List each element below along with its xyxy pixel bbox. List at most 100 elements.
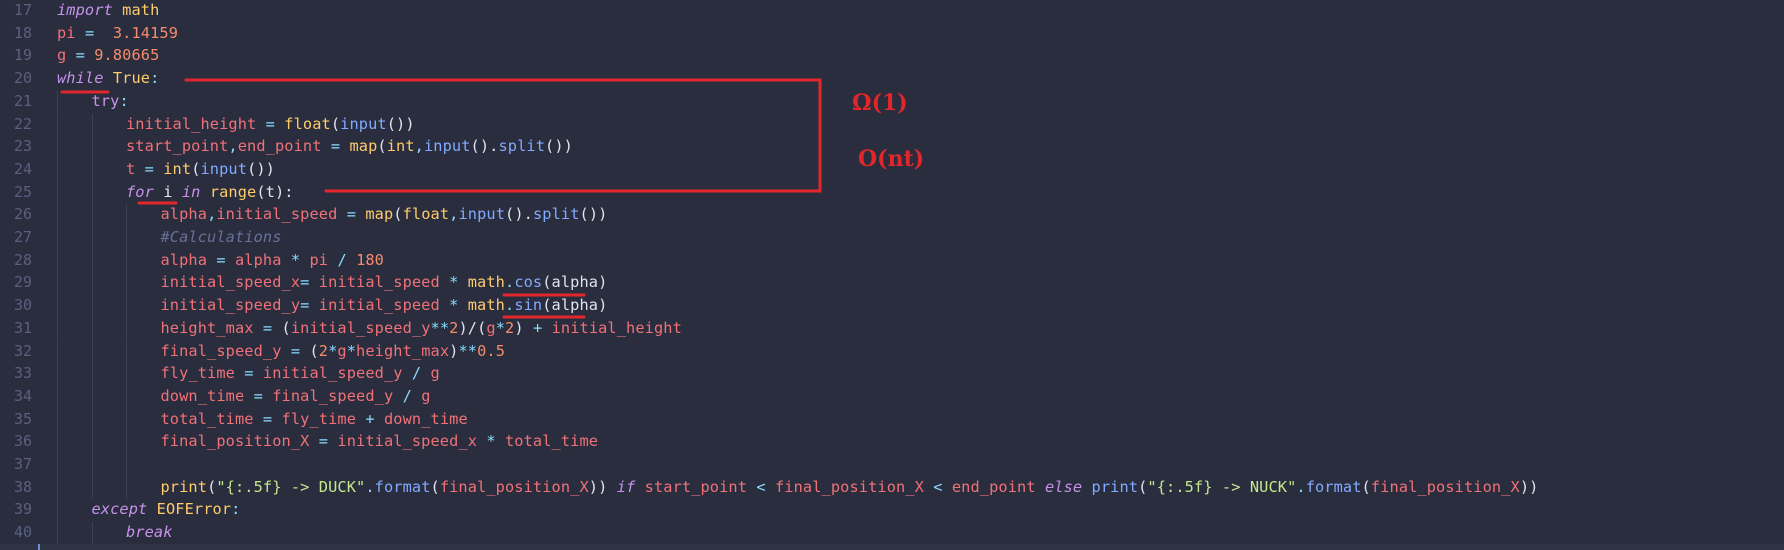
code-text: while True: [57, 69, 159, 87]
line-number: 25 [13, 182, 32, 201]
code-text: height_max = (initial_speed_y**2)/(g*2) … [161, 319, 682, 337]
code-text: alpha,initial_speed = map(float,input().… [161, 205, 608, 223]
code-token-op: : [119, 91, 129, 110]
indent-guide [57, 181, 58, 205]
code-token-p: ( [430, 477, 440, 496]
code-token-plain: (alpha) [542, 296, 608, 315]
code-line[interactable]: 25 for i in range(t): [0, 181, 1784, 205]
code-token-plain: (t): [256, 182, 294, 201]
indent-guide [126, 227, 127, 250]
code-token-var: initial_speed [216, 205, 338, 224]
code-token-op: < [756, 477, 766, 496]
code-text: final_speed_y = (2*g*height_max)**0.5 [161, 342, 506, 360]
code-token-op: , [414, 137, 424, 156]
indent-guide [91, 204, 93, 227]
code-token-num: 9.80665 [94, 46, 160, 65]
code-token-op: , [228, 137, 238, 156]
code-token-var: alpha [160, 250, 208, 269]
code-token-op: = [75, 46, 85, 65]
code-token-bi: print [160, 477, 208, 496]
code-line[interactable]: 39 except EOFError: [0, 499, 1784, 523]
horizontal-scrollbar[interactable] [0, 544, 1784, 550]
indent-guide [57, 431, 58, 454]
code-token-fn: split [498, 137, 546, 156]
code-token-var: final_position_X [1370, 477, 1520, 496]
code-line[interactable]: 40 break [0, 522, 1784, 545]
code-token-kw: for [126, 182, 154, 201]
code-token-op: . [505, 273, 515, 292]
code-token-op: = [318, 432, 329, 451]
code-line[interactable]: 32 final_speed_y = (2*g*height_max)**0.5 [0, 340, 1784, 364]
code-line[interactable]: 28 alpha = alpha * pi / 180 [0, 249, 1784, 273]
code-token-str: "{:.5f} -> NUCK" [1147, 477, 1297, 496]
code-token-bi: map [365, 205, 394, 224]
code-token-var: initial_speed [318, 273, 440, 292]
code-line[interactable]: 17 import math [0, 0, 1784, 23]
line-number: 30 [13, 296, 32, 315]
code-line[interactable]: 31 height_max = (initial_speed_y**2)/(g*2… [0, 317, 1784, 341]
code-line[interactable]: 22 initial_height = float(input()) [0, 113, 1784, 137]
line-number: 28 [13, 250, 32, 269]
code-line[interactable]: 37 [0, 454, 1784, 477]
code-token-bi: True [112, 69, 151, 88]
code-token-var: total_time [160, 409, 254, 428]
indent-guide [126, 249, 127, 273]
code-line[interactable]: 27 #Calculations [0, 227, 1784, 250]
code-line[interactable]: 20 while True: [0, 68, 1784, 91]
code-token-var: g [337, 341, 347, 360]
code-line[interactable]: 18 pi = 3.14159 [0, 23, 1784, 46]
indent-guide [126, 454, 127, 477]
code-token-p: ( [330, 114, 341, 133]
indent-guide [57, 454, 58, 477]
code-line[interactable]: 19 g = 9.80665 [0, 45, 1784, 68]
code-text: except EOFError: [92, 500, 241, 518]
line-number: 29 [13, 273, 32, 292]
code-token-kw: while [57, 69, 104, 88]
indent-guide [91, 385, 93, 409]
code-editor[interactable]: 17 import math 18 pi = 3.14159 19 g = 9.80665… [0, 0, 1784, 550]
code-token-op: . [1296, 477, 1306, 496]
code-text: pi = 3.14159 [57, 24, 178, 42]
code-text: g = 9.80665 [57, 46, 159, 64]
code-line[interactable]: 36 final_position_X = initial_speed_x * t… [0, 431, 1784, 454]
indent-guide [57, 113, 58, 137]
line-number: 32 [13, 341, 32, 360]
indent-guide [91, 158, 93, 182]
indent-guide [126, 295, 127, 318]
indent-guide [57, 90, 58, 114]
code-token-kw: break [126, 523, 173, 542]
code-line[interactable]: 30 initial_speed_y= initial_speed * math.… [0, 295, 1784, 318]
code-line[interactable]: 35 total_time = fly_time + down_time [0, 408, 1784, 432]
code-line[interactable]: 34 down_time = final_speed_y / g [0, 385, 1784, 409]
code-token-var: pi [57, 23, 76, 42]
code-line[interactable]: 29 initial_speed_x= initial_speed * math.… [0, 272, 1784, 296]
code-line[interactable]: 33 fly_time = initial_speed_y / g [0, 363, 1784, 386]
line-number: 38 [13, 477, 32, 496]
code-token-bi: int [386, 137, 415, 156]
code-line[interactable]: 38 print("{:.5f} -> DUCK".format(final_po… [0, 476, 1784, 500]
code-token-bi: map [349, 137, 378, 156]
code-token-op: < [933, 477, 943, 496]
code-text: for i in range(t): [126, 183, 294, 201]
line-number: 17 [13, 1, 32, 19]
code-token-op: * [486, 432, 496, 451]
code-token-op: = [244, 364, 254, 383]
code-token-p: ( [1361, 477, 1371, 496]
line-number: 26 [13, 205, 32, 224]
code-token-op: = [253, 386, 263, 405]
code-line[interactable]: 26 alpha,initial_speed = map(float,input(… [0, 204, 1784, 227]
